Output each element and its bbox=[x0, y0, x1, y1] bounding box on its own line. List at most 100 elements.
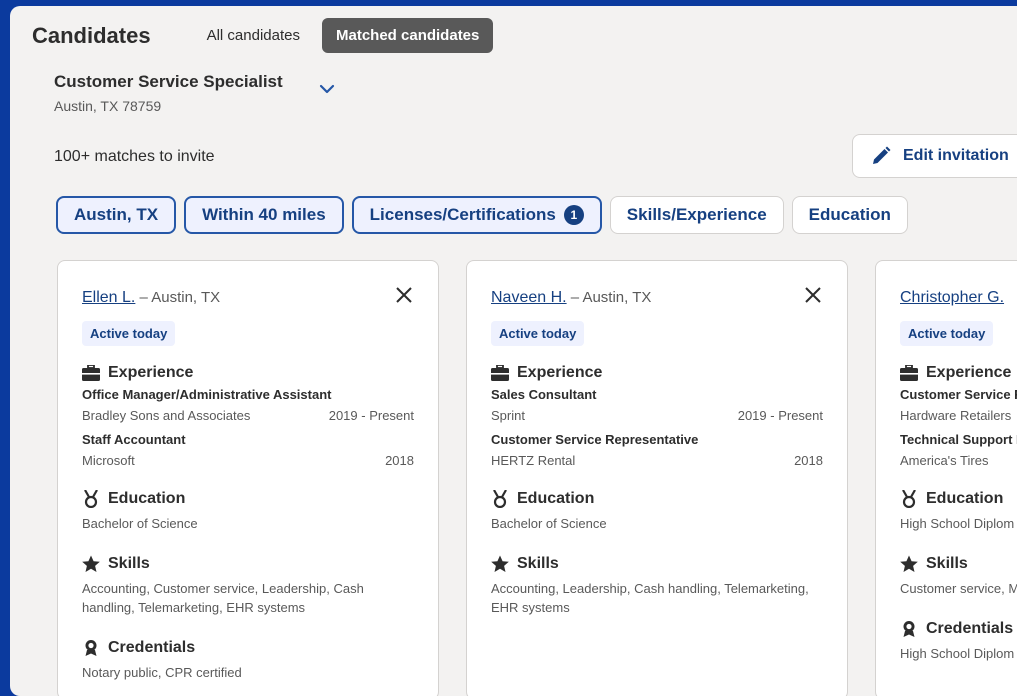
experience-heading: Experience bbox=[900, 364, 1017, 382]
chevron-down-icon[interactable] bbox=[318, 82, 336, 96]
filter-distance-label: Within 40 miles bbox=[202, 205, 326, 224]
experience-title: Sales Consultant bbox=[491, 387, 597, 402]
edit-invitation-label: Edit invitation bbox=[903, 147, 1009, 164]
skills-text: Accounting, Leadership, Cash handling, T… bbox=[491, 581, 809, 615]
experience-item: Staff Accountant Microsoft 2018 bbox=[82, 432, 414, 468]
job-title: Customer Service Specialist bbox=[54, 72, 283, 91]
job-location: Austin, TX 78759 bbox=[54, 98, 162, 114]
filter-bar: Austin, TX Within 40 miles Licenses/Cert… bbox=[56, 196, 916, 234]
status-badge: Active today bbox=[491, 321, 585, 346]
credentials-heading: Credentials bbox=[900, 620, 1017, 638]
education-heading-label: Education bbox=[108, 490, 186, 507]
education-heading-label: Education bbox=[926, 490, 1004, 507]
experience-dates: 2018 bbox=[385, 453, 414, 468]
education-heading: Education bbox=[82, 490, 414, 508]
experience-dates: 2019 - Present bbox=[737, 408, 823, 423]
filter-skills-label: Skills/Experience bbox=[626, 205, 767, 224]
experience-company: America's Tires bbox=[900, 453, 989, 468]
candidate-header: Christopher G. bbox=[900, 289, 1017, 311]
candidate-card: Christopher G. Active today Experience C… bbox=[875, 260, 1017, 696]
education-heading: Education bbox=[900, 490, 1017, 508]
credentials-text: Notary public, CPR certified bbox=[82, 665, 242, 680]
experience-title: Office Manager/Administrative Assistant bbox=[82, 387, 332, 402]
experience-title: Staff Accountant bbox=[82, 432, 186, 447]
filter-location[interactable]: Austin, TX bbox=[56, 196, 177, 234]
filter-education[interactable]: Education bbox=[791, 196, 908, 234]
candidates-panel: Candidates All candidates Matched candid… bbox=[10, 6, 1017, 696]
experience-item: Customer Service R Hardware Retailers bbox=[900, 387, 1017, 423]
skills-text: Customer service, Mi bbox=[900, 581, 1017, 596]
experience-item: Sales Consultant Sprint 2019 - Present bbox=[491, 387, 823, 423]
filter-licenses[interactable]: Licenses/Certifications 1 bbox=[351, 196, 602, 234]
briefcase-icon bbox=[900, 365, 918, 381]
award-icon bbox=[903, 621, 915, 637]
medal-icon bbox=[84, 490, 98, 508]
filter-location-label: Austin, TX bbox=[74, 205, 159, 224]
experience-item: Office Manager/Administrative Assistant … bbox=[82, 387, 414, 423]
education-text: Bachelor of Science bbox=[491, 516, 607, 531]
star-icon bbox=[900, 555, 918, 572]
filter-licenses-label: Licenses/Certifications bbox=[369, 205, 556, 224]
star-icon bbox=[82, 555, 100, 572]
filter-skills[interactable]: Skills/Experience bbox=[609, 196, 784, 234]
experience-title: Technical Support R bbox=[900, 432, 1017, 447]
experience-company: Microsoft bbox=[82, 453, 135, 468]
star-icon bbox=[491, 555, 509, 572]
tab-all-candidates[interactable]: All candidates bbox=[193, 18, 314, 53]
candidate-name-link[interactable]: Naveen H. bbox=[491, 289, 567, 306]
page-title: Candidates bbox=[32, 22, 151, 48]
experience-dates: 2018 bbox=[794, 453, 823, 468]
candidate-card: Ellen L. – Austin, TX Active today Exper… bbox=[57, 260, 439, 696]
education-text: Bachelor of Science bbox=[82, 516, 198, 531]
skills-heading: Skills bbox=[900, 555, 1017, 573]
experience-item: Technical Support R America's Tires bbox=[900, 432, 1017, 468]
skills-heading-label: Skills bbox=[108, 555, 150, 572]
job-selector[interactable]: Customer Service Specialist Austin, TX 7… bbox=[54, 72, 283, 114]
experience-company: Bradley Sons and Associates bbox=[82, 408, 251, 423]
experience-heading: Experience bbox=[491, 364, 823, 382]
experience-company: HERTZ Rental bbox=[491, 453, 576, 468]
credentials-heading: Credentials bbox=[82, 639, 414, 657]
experience-company: Hardware Retailers bbox=[900, 408, 1012, 423]
header-bar: Candidates All candidates Matched candid… bbox=[32, 18, 501, 53]
skills-heading-label: Skills bbox=[926, 555, 968, 572]
tab-matched-candidates[interactable]: Matched candidates bbox=[322, 18, 494, 53]
candidate-location: – Austin, TX bbox=[570, 289, 652, 306]
filter-education-label: Education bbox=[808, 205, 891, 224]
experience-heading: Experience bbox=[82, 364, 414, 382]
status-badge: Active today bbox=[82, 321, 176, 346]
experience-dates: 2019 - Present bbox=[328, 408, 414, 423]
experience-heading-label: Experience bbox=[108, 364, 194, 381]
candidate-location: – Austin, TX bbox=[139, 289, 221, 306]
edit-invitation-button[interactable]: Edit invitation bbox=[852, 134, 1017, 178]
education-text: High School Diplom bbox=[900, 516, 1015, 531]
experience-item: Customer Service Representative HERTZ Re… bbox=[491, 432, 823, 468]
candidate-header: Naveen H. – Austin, TX bbox=[491, 287, 823, 311]
pencil-icon bbox=[873, 146, 891, 164]
matches-count: 100+ matches to invite bbox=[54, 148, 215, 165]
candidate-name-link[interactable]: Ellen L. bbox=[82, 289, 135, 306]
experience-company: Sprint bbox=[491, 408, 525, 423]
skills-heading: Skills bbox=[491, 555, 823, 573]
medal-icon bbox=[902, 490, 916, 508]
skills-text: Accounting, Customer service, Leadership… bbox=[82, 581, 364, 615]
candidate-card: Naveen H. – Austin, TX Active today Expe… bbox=[466, 260, 848, 696]
experience-title: Customer Service Representative bbox=[491, 432, 699, 447]
filter-distance[interactable]: Within 40 miles bbox=[184, 196, 344, 234]
credentials-text: High School Diplom bbox=[900, 646, 1015, 661]
briefcase-icon bbox=[82, 365, 100, 381]
status-badge: Active today bbox=[900, 321, 994, 346]
education-heading: Education bbox=[491, 490, 823, 508]
skills-heading-label: Skills bbox=[517, 555, 559, 572]
experience-title: Customer Service R bbox=[900, 387, 1017, 402]
education-heading-label: Education bbox=[517, 490, 595, 507]
credentials-heading-label: Credentials bbox=[108, 639, 196, 656]
briefcase-icon bbox=[491, 365, 509, 381]
close-icon[interactable] bbox=[394, 285, 414, 305]
medal-icon bbox=[493, 490, 507, 508]
candidate-header: Ellen L. – Austin, TX bbox=[82, 287, 414, 311]
candidate-name-link[interactable]: Christopher G. bbox=[900, 289, 1004, 306]
award-icon bbox=[85, 640, 97, 656]
close-icon[interactable] bbox=[803, 285, 823, 305]
skills-heading: Skills bbox=[82, 555, 414, 573]
